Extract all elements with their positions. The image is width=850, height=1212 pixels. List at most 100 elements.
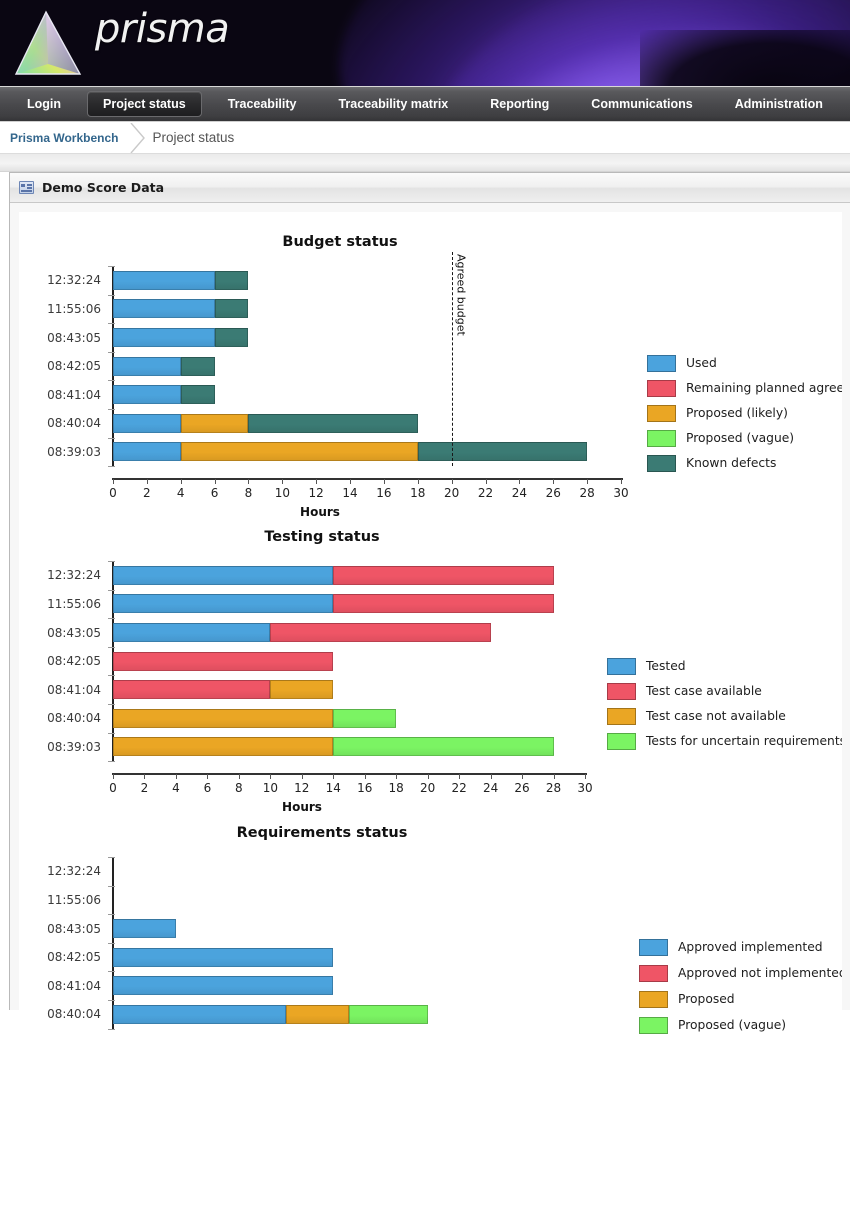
bar-segment[interactable] [113, 565, 334, 585]
bar-segment[interactable] [113, 356, 181, 376]
bar-segment[interactable] [113, 1004, 287, 1024]
x-axis-tick-label: 22 [451, 781, 467, 796]
y-axis-tick [108, 761, 115, 763]
bar-segment[interactable] [286, 1004, 349, 1024]
bar-segment[interactable] [333, 737, 554, 757]
chart-legend: Approved implemented Approved not impleme… [639, 938, 842, 1042]
demo-score-data-panel: Demo Score Data Budget status 12:32:24 11:… [9, 172, 850, 1212]
bar-segment[interactable] [270, 623, 491, 642]
x-axis-tick [333, 774, 335, 780]
y-axis-tick [108, 942, 115, 944]
x-axis-tick [207, 774, 209, 780]
x-axis-tick [396, 774, 398, 780]
bar-segment[interactable] [180, 413, 249, 433]
breadcrumb-root-link[interactable]: Prisma Workbench [10, 131, 130, 145]
x-axis-tick-label: 24 [511, 486, 528, 501]
x-axis-tick-label: 26 [545, 486, 561, 501]
bar-segment[interactable] [180, 385, 215, 405]
breadcrumb-current: Project status [152, 130, 235, 145]
bar-segment[interactable] [349, 1004, 428, 1024]
bar-segment[interactable] [113, 623, 271, 642]
bar-segment[interactable] [113, 299, 215, 319]
chart-budget-status: Budget status 12:32:24 11:55:06 08:43:05 08:… [19, 212, 842, 519]
bar-segment[interactable] [113, 651, 334, 671]
x-axis-tick [113, 479, 114, 485]
legend-item-label: Approved not implemented [678, 966, 842, 980]
bar-segment[interactable] [113, 413, 181, 433]
legend-item[interactable]: Known defects [647, 454, 842, 472]
bar-segment[interactable] [113, 976, 334, 996]
bar-segment[interactable] [214, 299, 249, 319]
x-axis-tick-label: 2 [140, 781, 149, 796]
y-axis-tick [108, 561, 115, 562]
chart-legend: Used Remaining planned agreed Proposed (li… [647, 354, 842, 479]
x-axis-tick-label: 28 [545, 781, 562, 796]
bar-segment[interactable] [113, 442, 181, 462]
legend-item-label: Proposed (vague) [686, 431, 795, 445]
bar-segment[interactable] [180, 356, 215, 376]
nav-item-project-status[interactable]: Project status [87, 91, 202, 117]
x-axis-tick-label: 0 [109, 781, 117, 796]
bar-segment[interactable] [113, 385, 181, 405]
legend-item[interactable]: Tests for uncertain requirements [607, 732, 842, 750]
nav-item-traceability[interactable]: Traceability [212, 91, 313, 117]
charts-container: Budget status 12:32:24 11:55:06 08:43:05 08:… [19, 212, 842, 1212]
x-axis-tick-label: 16 [376, 486, 392, 501]
x-axis-tick-label: 6 [203, 781, 212, 796]
bar-segment[interactable] [214, 328, 249, 347]
x-axis-tick [585, 774, 586, 780]
legend-item[interactable]: Approved not implemented [639, 964, 842, 982]
x-axis-tick [180, 479, 182, 485]
x-axis-tick [364, 774, 366, 780]
y-axis-tick [108, 351, 115, 353]
x-axis-tick [270, 774, 272, 780]
x-axis-tick [522, 774, 524, 780]
x-axis-tick [553, 479, 555, 485]
legend-item[interactable]: Tested [607, 657, 842, 675]
x-axis-tick [485, 479, 487, 485]
legend-item[interactable]: Proposed [639, 990, 842, 1008]
bar-segment[interactable] [113, 708, 334, 728]
bar-segment[interactable] [417, 442, 588, 462]
y-axis-tick [108, 1028, 115, 1030]
nav-item-administration[interactable]: Administration [719, 91, 839, 117]
y-axis-tick-label: 08:41:04 [47, 387, 101, 402]
nav-item-traceability-matrix[interactable]: Traceability matrix [322, 91, 464, 117]
y-axis-tick-label: 11:55:06 [47, 596, 101, 611]
bar-segment[interactable] [113, 270, 215, 290]
legend-item[interactable]: Test case available [607, 682, 842, 700]
bar-segment[interactable] [180, 442, 418, 462]
bar-segment[interactable] [113, 328, 215, 347]
bar-segment[interactable] [248, 413, 418, 433]
bar-segment[interactable] [333, 594, 554, 614]
bar-segment[interactable] [113, 947, 334, 967]
panel-header: Demo Score Data [10, 173, 850, 203]
bar-segment[interactable] [333, 565, 554, 585]
legend-item[interactable]: Proposed (likely) [647, 404, 842, 422]
bar-segment[interactable] [333, 708, 397, 728]
bar-segment[interactable] [113, 594, 334, 614]
x-axis-tick [144, 774, 146, 780]
nav-item-login[interactable]: Login [11, 91, 77, 117]
legend-item[interactable]: Proposed (vague) [647, 429, 842, 447]
x-axis-tick [427, 774, 429, 780]
legend-item[interactable]: Approved implemented [639, 938, 842, 956]
bar-segment[interactable] [113, 680, 271, 700]
x-axis-tick-label: 12 [308, 486, 324, 501]
legend-item[interactable]: Used [647, 354, 842, 372]
chart-title: Requirements status [236, 825, 408, 841]
nav-item-reporting[interactable]: Reporting [474, 91, 565, 117]
site-banner: prisma [0, 0, 850, 87]
bar-segment[interactable] [113, 737, 334, 757]
bar-segment[interactable] [113, 919, 176, 938]
x-axis-tick-label: 30 [613, 486, 629, 501]
x-axis-tick-label: 8 [244, 486, 253, 501]
legend-item[interactable]: Remaining planned agreed [647, 379, 842, 397]
legend-item[interactable]: Test case not available [607, 707, 842, 725]
y-axis-tick-label: 08:43:05 [47, 330, 101, 345]
legend-item[interactable]: Proposed (vague) [639, 1016, 842, 1034]
nav-item-communications[interactable]: Communications [575, 91, 708, 117]
bar-segment[interactable] [270, 680, 334, 700]
y-axis-tick [108, 704, 115, 705]
bar-segment[interactable] [214, 270, 249, 290]
